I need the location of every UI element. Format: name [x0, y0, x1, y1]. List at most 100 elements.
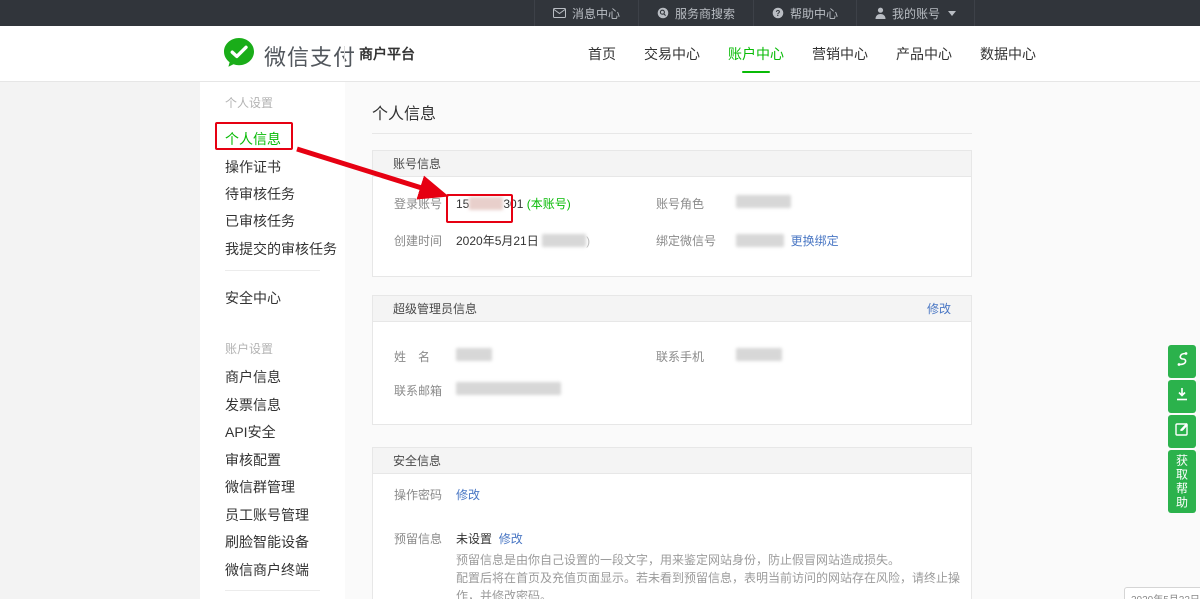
password-modify-link[interactable]: 修改	[456, 488, 480, 502]
caret-down-icon	[948, 11, 956, 16]
sidebar-item-personal-info[interactable]: 个人信息	[225, 129, 281, 149]
sidebar-item-pending-review-tasks[interactable]: 待审核任务	[225, 184, 295, 204]
path-icon	[1175, 351, 1189, 372]
account-info-card-header: 账号信息	[373, 151, 971, 177]
admin-name-row: 姓 名 联系手机	[373, 348, 971, 364]
sidebar-section-personal-settings: 个人设置	[225, 94, 273, 111]
note-line: 预留信息是由你自己设置的一段文字，用来鉴定网站身份，防止假冒网站造成损失。	[456, 551, 971, 569]
brand-logo[interactable]: 微信支付	[222, 36, 356, 75]
wechat-pay-logo-icon	[222, 36, 256, 75]
sidebar-item-operation-certificate[interactable]: 操作证书	[225, 157, 281, 177]
mail-icon	[553, 8, 566, 18]
nav-product-center[interactable]: 产品中心	[896, 26, 952, 82]
redacted-blur	[542, 234, 586, 247]
search-icon	[657, 7, 669, 19]
sidebar-divider	[225, 590, 320, 591]
note-line: 配置后将在首页及充值页面显示。若未看到预留信息，表明当前访问的网站存在风险，请终…	[456, 569, 971, 599]
contact-phone-label: 联系手机	[656, 348, 704, 365]
created-time-row: 创建时间 2020年5月21日 ) 绑定微信号 更换绑定	[373, 232, 971, 248]
name-label: 姓 名	[394, 348, 430, 365]
topbar-provider-search[interactable]: 服务商搜索	[638, 0, 753, 26]
topbar: 消息中心 服务商搜索 ? 帮助中心 我的账号	[0, 0, 1200, 26]
admin-modify-link[interactable]: 修改	[927, 296, 951, 321]
portal-label: 商户平台	[344, 46, 415, 62]
contact-phone-value	[736, 348, 782, 362]
sidebar: 个人设置 个人信息 操作证书 待审核任务 已审核任务 我提交的审核任务 安全中心…	[200, 82, 345, 599]
topbar-item-label: 服务商搜索	[675, 5, 735, 22]
current-account-tag: (本账号)	[527, 197, 571, 211]
reserved-info-note: 预留信息是由你自己设置的一段文字，用来鉴定网站身份，防止假冒网站造成损失。 配置…	[456, 551, 971, 599]
download-icon	[1175, 387, 1189, 407]
sidebar-item-my-submitted-tasks[interactable]: 我提交的审核任务	[225, 239, 337, 259]
card-header-title: 超级管理员信息	[393, 296, 477, 321]
bound-wechat-value: 更换绑定	[736, 232, 839, 249]
float-widget: 获取帮助	[1168, 345, 1196, 513]
sidebar-item-reviewed-tasks[interactable]: 已审核任务	[225, 211, 295, 231]
reserved-info-row: 预留信息 未设置 修改	[373, 530, 971, 546]
svg-text:?: ?	[776, 9, 781, 18]
topbar-item-label: 消息中心	[572, 5, 620, 22]
sidebar-item-api-security[interactable]: API安全	[225, 422, 276, 442]
topbar-help-center[interactable]: ? 帮助中心	[753, 0, 856, 26]
login-account-row: 登录账号 15301 (本账号) 账号角色	[373, 195, 971, 211]
super-admin-card: 超级管理员信息 修改 姓 名 联系手机 联系邮箱	[372, 295, 972, 425]
sidebar-item-face-smart-device[interactable]: 刷脸智能设备	[225, 532, 309, 552]
redacted-blur	[736, 195, 791, 208]
topbar-item-label: 帮助中心	[790, 5, 838, 22]
sidebar-item-wechat-group-management[interactable]: 微信群管理	[225, 477, 295, 497]
date-tooltip: 2020年5月22日	[1124, 587, 1200, 599]
rebind-link[interactable]: 更换绑定	[791, 234, 839, 248]
card-header-title: 账号信息	[393, 151, 441, 176]
sidebar-item-staff-account-management[interactable]: 员工账号管理	[225, 505, 309, 525]
name-value	[456, 348, 492, 362]
login-account-label: 登录账号	[394, 195, 442, 212]
bound-wechat-label: 绑定微信号	[656, 232, 716, 249]
super-admin-card-header: 超级管理员信息 修改	[373, 296, 971, 322]
security-info-card-header: 安全信息	[373, 448, 971, 474]
nav-home[interactable]: 首页	[588, 26, 616, 82]
title-divider	[372, 133, 972, 134]
user-icon	[875, 7, 886, 19]
header: 微信支付 商户平台 首页 交易中心 账户中心 营销中心 产品中心 数据中心	[0, 26, 1200, 82]
brand-name: 微信支付	[264, 40, 356, 72]
card-header-title: 安全信息	[393, 448, 441, 473]
redacted-blur	[456, 382, 561, 395]
float-link-button[interactable]	[1168, 345, 1196, 378]
reserved-info-label: 预留信息	[394, 530, 442, 547]
security-info-card: 安全信息 操作密码 修改 预留信息 未设置 修改 预留信息是由你自己设置的一段文…	[372, 447, 972, 599]
sidebar-item-security-center[interactable]: 安全中心	[225, 288, 281, 308]
sidebar-item-review-config[interactable]: 审核配置	[225, 450, 281, 470]
contact-email-label: 联系邮箱	[394, 382, 442, 399]
sidebar-divider	[225, 270, 320, 271]
reserved-info-value: 未设置 修改	[456, 530, 523, 547]
topbar-my-account[interactable]: 我的账号	[856, 0, 975, 26]
topbar-message-center[interactable]: 消息中心	[534, 0, 638, 26]
nav-data-center[interactable]: 数据中心	[980, 26, 1036, 82]
redacted-blur	[456, 348, 492, 361]
created-time-value: 2020年5月21日 )	[456, 232, 590, 249]
redacted-blur	[736, 234, 784, 247]
redacted-blur	[469, 197, 503, 210]
account-role-label: 账号角色	[656, 195, 704, 212]
login-account-value: 15301 (本账号)	[456, 195, 571, 212]
nav-account-center[interactable]: 账户中心	[728, 26, 784, 82]
admin-email-row: 联系邮箱	[373, 382, 971, 398]
account-role-value	[736, 195, 791, 209]
page-title: 个人信息	[372, 100, 436, 124]
sidebar-item-merchant-info[interactable]: 商户信息	[225, 367, 281, 387]
edit-icon	[1175, 422, 1189, 441]
sidebar-item-invoice-info[interactable]: 发票信息	[225, 395, 281, 415]
nav-marketing-center[interactable]: 营销中心	[812, 26, 868, 82]
redacted-blur	[736, 348, 782, 361]
wechat-pay-merchant-platform: 消息中心 服务商搜索 ? 帮助中心 我的账号 微信支付 商户平台 首页 交易中心…	[0, 0, 1200, 599]
get-help-button[interactable]: 获取帮助	[1168, 450, 1196, 513]
created-time-label: 创建时间	[394, 232, 442, 249]
topbar-item-label: 我的账号	[892, 5, 940, 22]
reserved-info-modify-link[interactable]: 修改	[499, 532, 523, 546]
operation-password-label: 操作密码	[394, 486, 442, 503]
float-download-button[interactable]	[1168, 380, 1196, 413]
float-edit-button[interactable]	[1168, 415, 1196, 448]
question-icon: ?	[772, 7, 784, 19]
nav-trade-center[interactable]: 交易中心	[644, 26, 700, 82]
sidebar-item-wechat-merchant-terminal[interactable]: 微信商户终端	[225, 560, 309, 580]
